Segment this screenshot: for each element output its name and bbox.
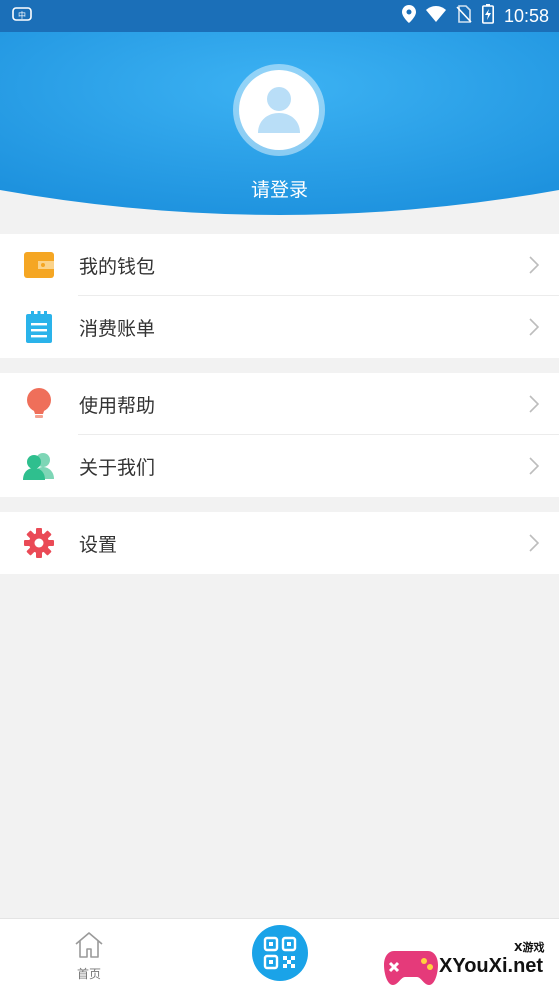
chevron-right-icon [529,318,540,340]
nav-home-label: 首页 [76,967,101,981]
no-sim-icon [456,5,472,27]
wallet-icon [22,249,56,281]
location-icon [401,5,416,27]
svg-text:中: 中 [18,10,26,20]
watermark-small-text: X游戏 [514,941,545,954]
gear-icon [22,527,56,559]
app-notification-icon: 中 [12,6,32,26]
menu-item-bill[interactable]: 消费账单 [0,296,559,358]
menu-item-label: 消费账单 [79,317,156,340]
bill-icon [22,311,56,343]
qr-scan-icon [263,936,297,970]
lightbulb-icon [22,388,56,420]
login-prompt[interactable]: 请登录 [0,175,559,202]
menu-item-help[interactable]: 使用帮助 [0,373,559,435]
chevron-right-icon [529,534,540,556]
bottom-nav: 首页 X游戏 XYouXi.net [0,918,559,994]
chevron-right-icon [529,457,540,479]
scan-button[interactable] [252,925,308,981]
nav-home[interactable]: 首页 [60,931,118,982]
gamepad-logo-icon [384,951,438,985]
chevron-right-icon [529,395,540,417]
watermark: X游戏 XYouXi.net [384,933,554,993]
menu-item-about[interactable]: 关于我们 [0,435,559,497]
battery-icon [481,4,494,28]
watermark-text: XYouXi.net [439,955,544,977]
menu-group-info: 使用帮助 关于我们 [0,373,559,497]
status-bar: 中 10:58 [0,0,559,32]
menu-group-account: 我的钱包 消费账单 [0,234,559,358]
user-placeholder-icon [258,87,300,133]
menu-group-settings: 设置 [0,512,559,574]
home-icon [75,932,103,958]
profile-header: 请登录 [0,32,559,222]
menu-item-wallet[interactable]: 我的钱包 [0,234,559,296]
menu-item-label: 设置 [79,533,118,556]
menu-item-settings[interactable]: 设置 [0,512,559,574]
menu-item-label: 我的钱包 [79,255,156,278]
menu-item-label: 使用帮助 [79,394,156,417]
menu-item-label: 关于我们 [79,456,156,479]
avatar[interactable] [233,64,325,156]
users-icon [22,450,56,482]
chevron-right-icon [529,256,540,278]
status-time: 10:58 [503,5,549,26]
wifi-icon [425,6,446,26]
